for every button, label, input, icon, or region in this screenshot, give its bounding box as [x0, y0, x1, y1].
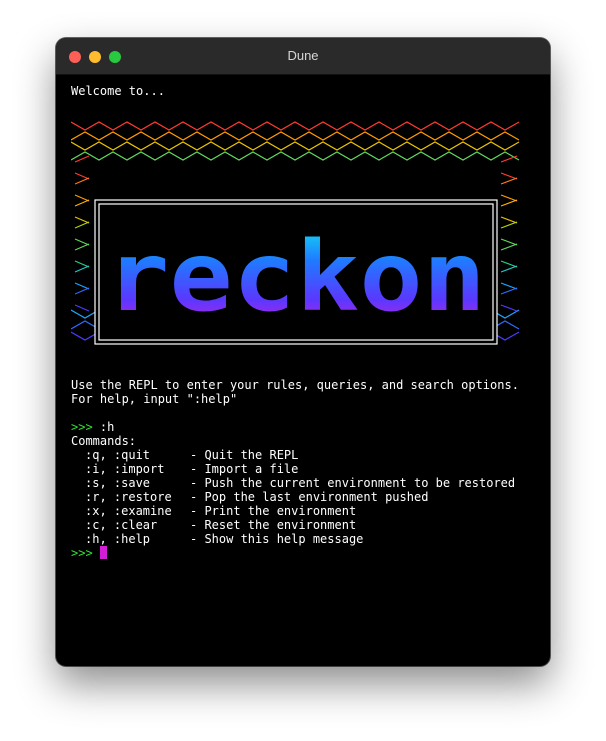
command-keys: :h, :help [85, 532, 151, 546]
prompt: >>> [71, 420, 93, 434]
command-description: Import a file [204, 462, 299, 476]
window-title: Dune [287, 48, 319, 63]
terminal-window: Dune Welcome to... reckon Use the REPL t… [56, 38, 550, 666]
command-description: Quit the REPL [204, 448, 299, 462]
command-description: Push the current environment to be resto… [204, 476, 516, 490]
command-help-row: :x, :examine - Print the environment [71, 504, 519, 518]
terminal-output[interactable]: Welcome to... [71, 84, 165, 98]
prompt: >>> [71, 546, 93, 560]
command-description: Show this help message [204, 532, 364, 546]
command-help-row: :c, :clear - Reset the environment [71, 518, 519, 532]
command-keys: :r, :restore [85, 490, 172, 504]
command-description: Print the environment [204, 504, 357, 518]
command-keys: :q, :quit [85, 448, 151, 462]
reckon-logo: reckon [106, 221, 486, 333]
command-keys: :i, :import [85, 462, 165, 476]
reckon-banner: reckon [71, 121, 520, 345]
cursor [99, 546, 107, 559]
title-bar: Dune [56, 38, 550, 75]
intro-line-1: Use the REPL to enter your rules, querie… [71, 378, 519, 392]
input-line[interactable]: >>> [71, 546, 519, 560]
command-keys: :x, :examine [85, 504, 172, 518]
command-description: Reset the environment [204, 518, 357, 532]
entered-command: :h [99, 420, 115, 434]
command-line: >>> :h [71, 420, 519, 434]
command-description: Pop the last environment pushed [204, 490, 429, 504]
intro-line-2: For help, input ":help" [71, 392, 238, 406]
command-help-row: :q, :quit - Quit the REPL [71, 448, 519, 462]
commands-list: :q, :quit - Quit the REPL:i, :import - Imp… [71, 448, 519, 546]
terminal-output-lower: Use the REPL to enter your rules, querie… [71, 378, 519, 560]
command-help-row: :r, :restore - Pop the last environment p… [71, 490, 519, 504]
welcome-line: Welcome to... [71, 84, 165, 98]
commands-header: Commands: [71, 434, 137, 448]
command-help-row: :i, :import - Import a file [71, 462, 519, 476]
command-help-row: :s, :save - Push the current environment … [71, 476, 519, 490]
command-help-row: :h, :help - Show this help message [71, 532, 519, 546]
command-keys: :c, :clear [85, 518, 158, 532]
command-keys: :s, :save [85, 476, 151, 490]
